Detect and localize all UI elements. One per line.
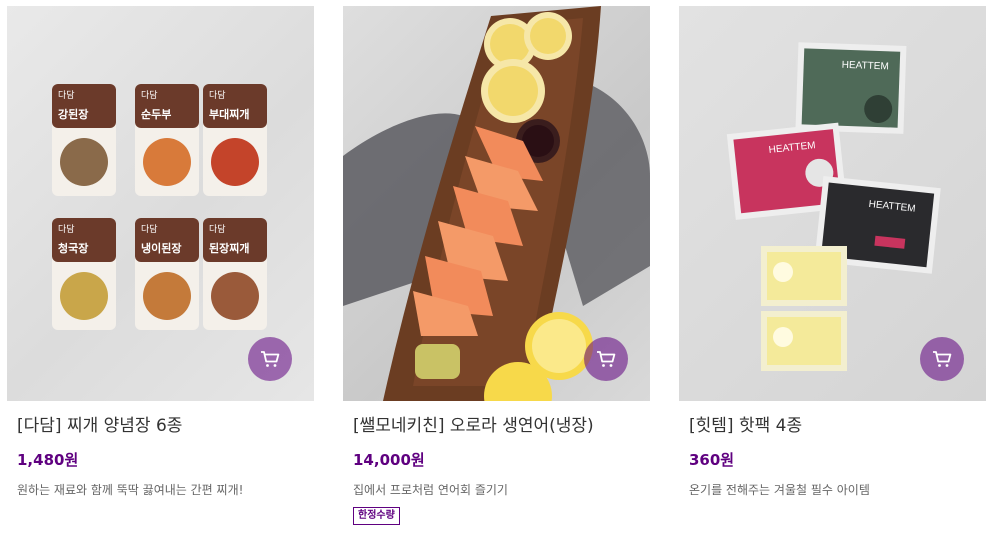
product-description: 집에서 프로처럼 연어회 즐기기 — [353, 483, 508, 497]
product-card[interactable]: [쌜모네키친] 오로라 생연어(냉장) 14,000원 집에서 프로처럼 연어회… — [343, 6, 650, 525]
cart-icon — [933, 351, 952, 367]
pouch-name: 냉이된장 — [141, 241, 181, 255]
sauce-pouch: 다담청국장 — [52, 218, 116, 330]
product-name[interactable]: [힛템] 핫팩 4종 — [689, 413, 986, 439]
sauce-pouch: 다담냉이된장 — [135, 218, 199, 330]
product-image[interactable]: HEATTEM HEATTEM HEATTEM — [679, 6, 986, 401]
pouch-brand: 다담 — [141, 223, 158, 235]
pouch-name: 순두부 — [141, 108, 171, 121]
cart-icon — [261, 351, 280, 367]
product-card[interactable]: 다담 강된장 다담 순두부 다담 부대찌개 다담 청국장 다담 냉이된장 다담 된장찌개 [다담] 찌… — [7, 6, 314, 499]
svg-text:HEATTEM: HEATTEM — [842, 60, 889, 73]
sauce-pouch: 다담부대찌개 — [203, 84, 267, 196]
product-image[interactable] — [343, 6, 650, 401]
pouch-brand: 다담 — [141, 89, 158, 101]
product-card[interactable]: HEATTEM HEATTEM HEATTEM [힛템] 핫팩 4종 360원 … — [679, 6, 986, 499]
sauce-pouch: 다담된장찌개 — [203, 218, 267, 330]
product-name[interactable]: [쌜모네키친] 오로라 생연어(냉장) — [353, 413, 650, 439]
pouch-brand: 다담 — [58, 223, 75, 235]
product-price: 1,480원 — [17, 451, 79, 469]
sauce-pouch: 다담순두부 — [135, 84, 199, 196]
product-price: 360원 — [689, 451, 735, 469]
pouch-name: 청국장 — [58, 241, 88, 255]
limited-quantity-badge: 한정수량 — [353, 507, 400, 525]
add-to-cart-button[interactable] — [584, 337, 628, 381]
product-name[interactable]: [다담] 찌개 양념장 6종 — [17, 413, 314, 439]
pouch-brand: 다담 — [209, 223, 226, 235]
pouch-name: 강된장 — [58, 107, 88, 121]
add-to-cart-button[interactable] — [920, 337, 964, 381]
add-to-cart-button[interactable] — [248, 337, 292, 381]
pouch-name: 된장찌개 — [209, 241, 249, 255]
product-grid: 다담 강된장 다담 순두부 다담 부대찌개 다담 청국장 다담 냉이된장 다담 된장찌개 [다담] 찌… — [0, 0, 992, 533]
product-price: 14,000원 — [353, 451, 425, 469]
product-image[interactable]: 다담 강된장 다담 순두부 다담 부대찌개 다담 청국장 다담 냉이된장 다담 된장찌개 — [7, 6, 314, 401]
pouch-name: 부대찌개 — [209, 107, 249, 121]
sauce-pouch: 다담강된장 — [52, 84, 116, 196]
pouch-brand: 다담 — [58, 89, 75, 101]
product-description: 온기를 전해주는 겨울철 필수 아이템 — [689, 483, 870, 497]
cart-icon — [597, 351, 616, 367]
product-description: 원하는 재료와 함께 뚝딱 끓여내는 간편 찌개! — [17, 483, 244, 497]
pouch-brand: 다담 — [209, 89, 226, 101]
